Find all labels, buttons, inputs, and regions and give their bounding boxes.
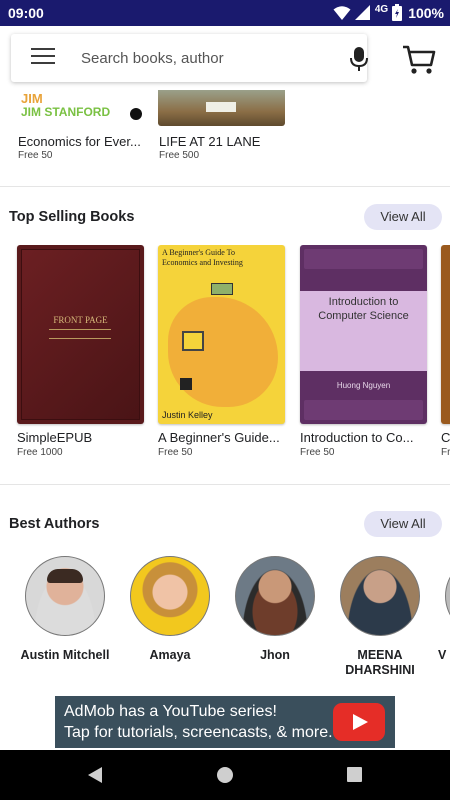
book-card[interactable]: C... Fr...: [441, 245, 450, 458]
book-card[interactable]: LIFE AT 21 LANE Free 500: [158, 90, 285, 161]
author-item[interactable]: Austin Mitchell: [15, 556, 115, 663]
book-price: Free 1000: [17, 447, 63, 458]
youtube-play-icon[interactable]: [333, 703, 385, 741]
author-name: V: [438, 648, 447, 662]
best-authors-row: Austin Mitchell Amaya Jhon MEENA DHARSHI…: [0, 556, 450, 686]
view-all-books-button[interactable]: View All: [364, 204, 442, 230]
search-bar: [11, 34, 368, 82]
author-item[interactable]: Amaya: [120, 556, 220, 663]
book-cover: [158, 90, 285, 126]
status-icons: 4G 100%: [333, 4, 444, 21]
status-bar: 09:00 4G 100%: [0, 0, 450, 26]
cover-author: Huong Nguyen: [336, 381, 391, 390]
author-name: MEENA DHARSHINI: [345, 648, 415, 677]
divider: [0, 186, 450, 187]
book-title: SimpleEPUB: [17, 430, 93, 445]
view-all-authors-button[interactable]: View All: [364, 511, 442, 537]
divider: [0, 484, 450, 485]
book-title: C...: [441, 430, 450, 445]
cover-author: Justin Kelley: [162, 410, 213, 420]
book-card[interactable]: FRONT PAGE SimpleEPUB Free 1000: [17, 245, 144, 458]
ad-banner[interactable]: AdMob has a YouTube series! Tap for tuto…: [55, 696, 395, 748]
cell-signal-icon: [354, 5, 370, 20]
book-cover: JIM JIM STANFORD: [17, 90, 144, 126]
book-cover: A Beginner's Guide To Economics and Inve…: [158, 245, 285, 424]
book-price: Free 500: [159, 150, 200, 161]
menu-icon[interactable]: [31, 48, 55, 68]
book-cover: FRONT PAGE: [17, 245, 144, 424]
book-title: LIFE AT 21 LANE: [159, 134, 261, 149]
house-image: [206, 102, 236, 112]
publisher-logo: [130, 108, 142, 120]
bank-icon: [182, 331, 204, 351]
avatar: [235, 556, 315, 636]
book-card[interactable]: JIM JIM STANFORD Economics for Ever... F…: [17, 90, 144, 161]
avatar: [445, 556, 450, 636]
wifi-icon: [333, 5, 351, 20]
section-title-top-selling: Top Selling Books: [9, 209, 135, 225]
cover-title: Introduction to Computer Science: [318, 296, 409, 322]
author-item[interactable]: V: [435, 556, 450, 663]
author-name: Amaya: [149, 648, 191, 662]
book-price: Free 50: [158, 447, 193, 458]
author-item[interactable]: MEENA DHARSHINI: [330, 556, 430, 678]
treasure-icon: [180, 378, 192, 390]
book-card[interactable]: A Beginner's Guide To Economics and Inve…: [158, 245, 285, 458]
cart-icon[interactable]: [402, 44, 436, 76]
status-time: 09:00: [8, 5, 44, 21]
search-input[interactable]: [81, 44, 321, 72]
cover-text: JIM JIM STANFORD: [21, 91, 111, 119]
cover-text: FRONT PAGE: [53, 315, 108, 325]
author-item[interactable]: Jhon: [225, 556, 325, 663]
author-name: Jhon: [260, 648, 290, 662]
battery-icon: [392, 4, 403, 21]
book-cover: [441, 245, 450, 424]
book-price: Fr...: [441, 447, 450, 458]
avatar: [130, 556, 210, 636]
book-card[interactable]: Introduction to Computer Science Huong N…: [300, 245, 427, 458]
top-selling-books-row: FRONT PAGE SimpleEPUB Free 1000 A Beginn…: [0, 245, 450, 465]
ad-line-2: Tap for tutorials, screencasts, & more.: [64, 724, 333, 741]
back-icon[interactable]: [88, 767, 102, 783]
home-icon[interactable]: [217, 767, 233, 783]
book-title: A Beginner's Guide...: [158, 430, 280, 445]
book-price: Free 50: [18, 150, 53, 161]
battery-percent: 100%: [408, 4, 444, 21]
avatar: [340, 556, 420, 636]
cover-title: A Beginner's Guide To Economics and Inve…: [162, 248, 243, 267]
book-cover: Introduction to Computer Science Huong N…: [300, 245, 427, 424]
recent-apps-icon[interactable]: [347, 767, 362, 782]
mic-icon[interactable]: [347, 46, 371, 72]
system-nav-bar: [0, 750, 450, 800]
book-price: Free 50: [300, 447, 335, 458]
avatar: [25, 556, 105, 636]
money-icon: [211, 283, 233, 295]
network-type: 4G: [374, 4, 389, 15]
author-name: Austin Mitchell: [20, 648, 110, 662]
ad-line-1: AdMob has a YouTube series!: [64, 703, 277, 720]
section-title-best-authors: Best Authors: [9, 516, 100, 532]
book-title: Introduction to Co...: [300, 430, 414, 445]
book-title: Economics for Ever...: [18, 134, 141, 149]
recent-books-row: JIM JIM STANFORD Economics for Ever... F…: [0, 90, 450, 186]
